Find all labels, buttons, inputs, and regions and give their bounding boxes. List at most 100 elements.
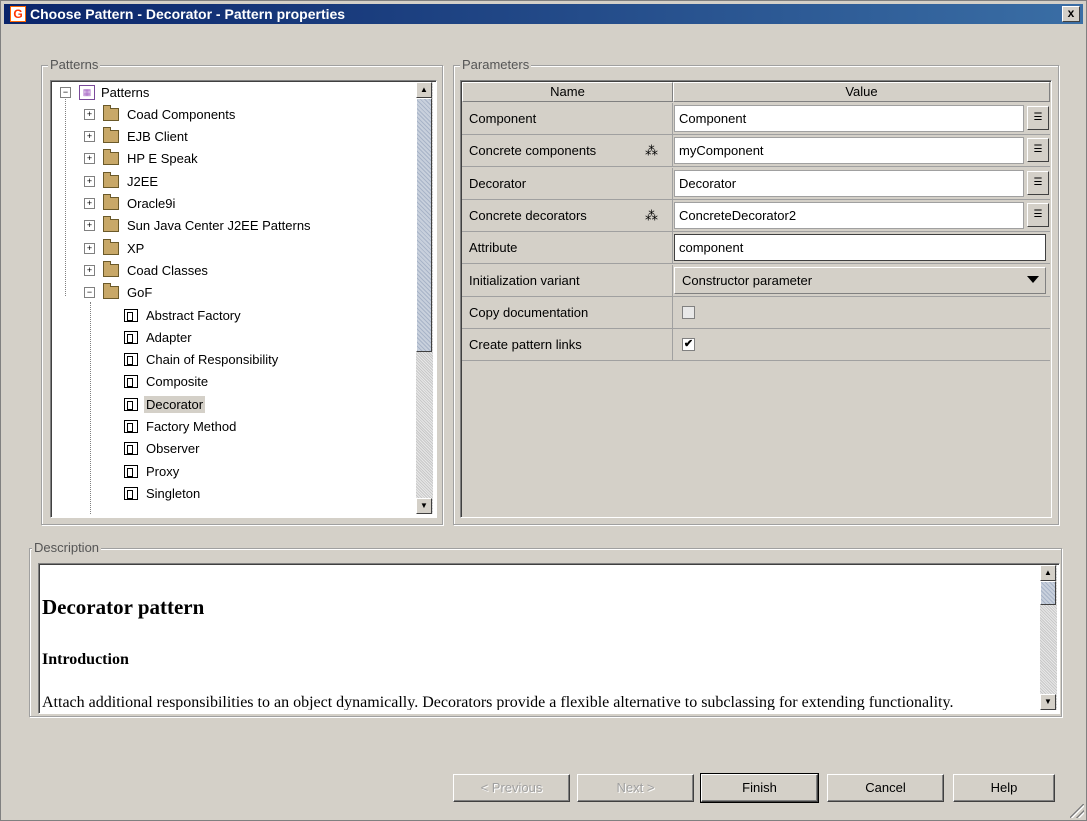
tree-item-label: Abstract Factory	[146, 307, 241, 323]
scroll-thumb[interactable]	[416, 98, 432, 352]
initialization-variant-select[interactable]: Constructor parameter	[674, 266, 1046, 294]
edit-value-icon[interactable]: ☰	[1027, 170, 1049, 195]
next-button[interactable]: Next >	[577, 774, 694, 802]
description-scrollbar[interactable]: ▲ ▼	[1040, 565, 1057, 710]
parameter-value-field[interactable]: Decorator	[674, 169, 1024, 197]
tree-item[interactable]: + Coad Components	[84, 104, 237, 124]
tree-item-label: Patterns	[101, 84, 150, 100]
tree-item[interactable]: − ▦ Patterns	[60, 82, 151, 102]
parameter-name: Component	[462, 103, 673, 135]
tree-item[interactable]: Observer	[124, 439, 201, 459]
tree-item[interactable]: Chain of Responsibility	[124, 350, 280, 370]
parameter-value-field[interactable]: Component	[674, 105, 1024, 132]
edit-value-icon[interactable]: ☰	[1027, 202, 1049, 227]
parameters-group-label: Parameters	[460, 57, 532, 72]
tree-item-label: Coad Classes	[127, 262, 208, 278]
parameter-name: Decorator	[462, 167, 673, 200]
patterns-tree-scrollbar[interactable]: ▲ ▼	[416, 82, 433, 514]
description-group-label: Description	[32, 540, 102, 555]
expand-icon[interactable]: +	[84, 264, 95, 276]
previous-button[interactable]: < Previous	[453, 774, 570, 802]
collapse-icon[interactable]: −	[60, 86, 71, 98]
scroll-thumb[interactable]	[1040, 581, 1056, 605]
title-bar[interactable]: G Choose Pattern - Decorator - Pattern p…	[4, 4, 1083, 24]
parameter-value-field[interactable]: ConcreteDecorator2	[674, 201, 1024, 229]
tree-item[interactable]: + Sun Java Center J2EE Patterns	[84, 216, 313, 236]
expand-icon[interactable]: +	[84, 108, 95, 120]
help-button[interactable]: Help	[953, 774, 1055, 802]
tree-item-label: Adapter	[146, 329, 192, 345]
tree-item[interactable]: + HP E Speak	[84, 149, 200, 169]
tree-item[interactable]: + Oracle9i	[84, 194, 177, 214]
tree-item[interactable]: + Coad Classes	[84, 260, 210, 280]
close-button[interactable]: x	[1062, 6, 1080, 22]
expand-icon[interactable]: +	[84, 198, 95, 209]
pattern-icon	[124, 308, 138, 322]
tree-item[interactable]: Proxy	[124, 461, 181, 481]
expand-icon[interactable]: +	[84, 153, 95, 165]
tree-connector-line	[65, 96, 66, 296]
finish-button[interactable]: Finish	[700, 773, 819, 803]
expand-icon[interactable]: +	[84, 242, 95, 254]
tree-item[interactable]: Factory Method	[124, 417, 238, 437]
tree-item[interactable]: − GoF	[84, 283, 154, 303]
tree-item[interactable]: Composite	[124, 372, 210, 392]
tree-item-label: Chain of Responsibility	[146, 352, 279, 368]
folder-icon	[103, 216, 119, 233]
parameter-checkbox[interactable]: ✔	[682, 338, 695, 352]
tree-item-label: Decorator	[144, 395, 206, 413]
collapse-icon[interactable]: −	[84, 287, 95, 299]
scroll-down-icon[interactable]: ▼	[1040, 694, 1056, 710]
parameter-value-cell: Component ☰	[673, 103, 1050, 135]
tree-item-label: GoF	[127, 285, 153, 301]
parameter-row: Concrete components ⁂ myComponent ☰	[462, 135, 1050, 168]
pattern-icon	[124, 486, 138, 500]
tree-item[interactable]: Adapter	[124, 327, 194, 347]
parameter-value-cell	[673, 297, 1050, 329]
chevron-down-icon[interactable]	[1027, 275, 1039, 283]
parameter-value-cell: myComponent ☰	[673, 135, 1050, 168]
tree-item-label: Singleton	[146, 485, 201, 501]
edit-value-icon[interactable]: ☰	[1027, 106, 1049, 130]
tree-item-label: XP	[127, 240, 145, 256]
parameter-name: Initialization variant	[462, 264, 673, 297]
scroll-up-icon[interactable]: ▲	[416, 82, 432, 98]
resize-grip-icon[interactable]	[1070, 804, 1084, 818]
tree-item-label: J2EE	[127, 173, 159, 189]
app-logo-icon: G	[10, 6, 26, 22]
expand-icon[interactable]: +	[84, 175, 95, 187]
expand-icon[interactable]: +	[84, 220, 95, 232]
tree-item[interactable]: Singleton	[124, 483, 202, 503]
folder-icon	[103, 194, 119, 210]
column-header-value[interactable]: Value	[673, 82, 1050, 102]
tree-item[interactable]: + XP	[84, 238, 146, 258]
scroll-down-icon[interactable]: ▼	[416, 498, 432, 514]
pattern-icon	[124, 420, 138, 433]
cancel-button[interactable]: Cancel	[827, 774, 944, 802]
column-header-name[interactable]: Name	[462, 82, 673, 102]
parameter-value-field[interactable]: component	[674, 234, 1046, 262]
parameter-row: Copy documentation	[462, 296, 1050, 329]
tree-connector-line	[90, 302, 91, 514]
pattern-icon	[124, 330, 138, 344]
edit-value-icon[interactable]: ☰	[1027, 138, 1049, 163]
tree-item[interactable]: + J2EE	[84, 171, 160, 191]
tree-item[interactable]: Decorator	[124, 394, 206, 414]
patterns-root-icon: ▦	[79, 84, 95, 100]
window-title: Choose Pattern - Decorator - Pattern pro…	[30, 6, 346, 22]
parameter-checkbox[interactable]	[682, 305, 695, 319]
description-subheading: Introduction	[42, 651, 129, 668]
tree-item-label: Proxy	[146, 463, 180, 479]
folder-icon	[103, 171, 119, 188]
tree-item-label: Oracle9i	[127, 196, 176, 211]
parameter-value-cell: ConcreteDecorator2 ☰	[673, 200, 1050, 232]
expand-icon[interactable]: +	[84, 131, 95, 143]
tree-item[interactable]: + EJB Client	[84, 127, 190, 147]
parameter-value-field[interactable]: myComponent	[674, 137, 1024, 165]
patterns-tree[interactable]: − ▦ Patterns + Coad Components + EJB Client + HP…	[52, 82, 416, 514]
folder-icon	[103, 149, 119, 166]
tree-item[interactable]: Abstract Factory	[124, 305, 243, 325]
scroll-up-icon[interactable]: ▲	[1040, 565, 1056, 581]
tree-item-label: HP E Speak	[127, 151, 198, 167]
parameter-row: Decorator Decorator ☰	[462, 167, 1050, 200]
